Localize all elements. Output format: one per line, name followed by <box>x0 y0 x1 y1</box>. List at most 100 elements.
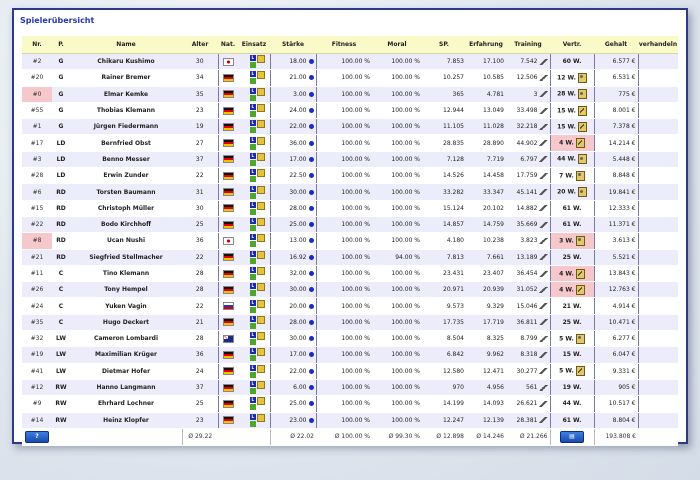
player-name[interactable]: Rainer Bremer <box>70 69 182 87</box>
contract-medal-icon[interactable] <box>575 170 585 181</box>
player-name[interactable]: Benno Messer <box>70 151 182 169</box>
lineup-icons[interactable]: L <box>247 185 265 199</box>
lineup-icons[interactable]: L <box>247 332 265 346</box>
table-row[interactable]: #8 RD Ucan Nushi 36 L 13.00 100.00 % 100.00 % 4.… <box>22 232 678 250</box>
table-row[interactable]: #20 G Rainer Bremer 34 L 21.00 100.00 % 100.00 … <box>22 69 678 87</box>
col-einsatz[interactable]: Einsatz <box>238 36 270 54</box>
lineup-icons[interactable]: L <box>247 152 265 166</box>
table-row[interactable]: #1 G Jürgen Fiedermann 19 L 22.00 100.00 % 100.… <box>22 118 678 136</box>
table-row[interactable]: #24 C Yuken Vagin 22 L 20.00 100.00 % 100.00 % 9… <box>22 297 678 315</box>
training-arrows-icon[interactable] <box>538 384 548 391</box>
player-negotiate[interactable] <box>638 151 678 169</box>
player-name[interactable]: Thobias Klemann <box>70 102 182 120</box>
lineup-icons[interactable]: L <box>247 348 265 362</box>
lineup-icons[interactable]: L <box>247 71 265 85</box>
table-row[interactable]: #21 RD Siegfried Stellmacher 22 L 16.92 100.00… <box>22 249 678 266</box>
col-age[interactable]: Alter <box>182 36 218 54</box>
training-arrows-icon[interactable] <box>538 221 548 228</box>
player-negotiate[interactable] <box>638 167 678 185</box>
table-row[interactable]: #55 G Thobias Klemann 23 L 24.00 100.00 % 100.0… <box>22 102 678 120</box>
player-negotiate[interactable] <box>638 314 678 332</box>
contract-pen-icon[interactable] <box>575 268 585 279</box>
col-nat[interactable]: Nat. <box>218 36 238 54</box>
table-row[interactable]: #15 RD Christoph Müller 30 L 28.00 100.00 % 100… <box>22 200 678 217</box>
lineup-icons[interactable]: L <box>247 315 265 329</box>
col-erfahrung[interactable]: Erfahrung <box>466 36 506 54</box>
col-gehalt[interactable]: Gehalt <box>594 36 638 54</box>
lineup-icons[interactable]: L <box>247 364 265 378</box>
training-arrows-icon[interactable] <box>538 286 548 293</box>
col-training[interactable]: Training <box>506 36 550 54</box>
player-name[interactable]: Jürgen Fiedermann <box>70 118 182 136</box>
player-negotiate[interactable] <box>638 118 678 136</box>
table-row[interactable]: #14 RW Heinz Klopfer 23 L 23.00 100.00 % 100.00… <box>22 412 678 429</box>
table-row[interactable]: #26 C Tony Hempel 28 L 30.00 100.00 % 100.00 % 2… <box>22 281 678 299</box>
table-row[interactable]: #32 LW Cameron Lombardi 28 L 30.00 100.00 % 100… <box>22 330 678 348</box>
player-name[interactable]: Bodo Kirchhoff <box>70 216 182 234</box>
lineup-icons[interactable]: L <box>247 397 265 411</box>
player-name[interactable]: Cameron Lombardi <box>70 330 182 348</box>
training-arrows-icon[interactable] <box>538 140 548 147</box>
player-name[interactable]: Hanno Langmann <box>70 379 182 397</box>
player-negotiate[interactable] <box>638 395 678 413</box>
contract-medal-icon[interactable] <box>577 154 587 165</box>
player-name[interactable]: Hugo Deckert <box>70 314 182 332</box>
player-negotiate[interactable] <box>638 102 678 120</box>
col-staerke[interactable]: Stärke <box>270 36 316 54</box>
player-name[interactable]: Torsten Baumann <box>70 183 182 201</box>
lineup-icons[interactable]: L <box>247 283 265 297</box>
player-negotiate[interactable] <box>638 216 678 234</box>
col-nr[interactable]: Nr. <box>22 36 52 54</box>
col-verhandeln[interactable]: verhandeln <box>638 36 678 54</box>
player-negotiate[interactable] <box>638 86 678 103</box>
col-pos[interactable]: P. <box>52 36 70 54</box>
col-vertr[interactable]: Vertr. <box>550 36 594 54</box>
player-name[interactable]: Tony Hempel <box>70 281 182 299</box>
table-row[interactable]: #3 LD Benno Messer 37 L 17.00 100.00 % 100.00 %… <box>22 151 678 169</box>
training-arrows-icon[interactable] <box>538 254 548 261</box>
player-name[interactable]: Ehrhard Lochner <box>70 395 182 413</box>
lineup-icons[interactable]: L <box>247 234 265 248</box>
player-name[interactable]: Heinz Klopfer <box>70 412 182 429</box>
contract-medal-icon[interactable] <box>575 333 585 344</box>
player-negotiate[interactable] <box>638 281 678 299</box>
player-negotiate[interactable] <box>638 346 678 364</box>
player-name[interactable]: Elmar Kemke <box>70 86 182 103</box>
training-arrows-icon[interactable] <box>538 368 548 375</box>
help-button[interactable]: ? <box>25 430 49 443</box>
training-arrows-icon[interactable] <box>538 400 548 407</box>
lineup-icons[interactable]: L <box>247 250 265 264</box>
training-arrows-icon[interactable] <box>538 91 548 98</box>
table-row[interactable]: #2 G Chikaru Kushimo 30 L 18.00 100.00 % 100.00… <box>22 53 678 71</box>
player-name[interactable]: Siegfried Stellmacher <box>70 249 182 266</box>
training-arrows-icon[interactable] <box>538 270 548 277</box>
col-name[interactable]: Name <box>70 36 182 54</box>
lineup-icons[interactable]: L <box>247 218 265 232</box>
training-arrows-icon[interactable] <box>538 237 548 244</box>
table-row[interactable]: #35 C Hugo Deckert 21 L 28.00 100.00 % 100.00 %… <box>22 314 678 332</box>
player-negotiate[interactable] <box>638 249 678 266</box>
lineup-icons[interactable]: L <box>247 299 265 313</box>
table-row[interactable]: #12 RW Hanno Langmann 37 L 6.00 100.00 % 100.00… <box>22 379 678 397</box>
player-negotiate[interactable] <box>638 412 678 429</box>
player-name[interactable]: Yuken Vagin <box>70 297 182 315</box>
lineup-icons[interactable]: L <box>247 413 265 427</box>
training-arrows-icon[interactable] <box>538 74 548 81</box>
table-row[interactable]: #0 G Elmar Kemke 35 L 3.00 100.00 % 100.00 % 365… <box>22 86 678 103</box>
training-arrows-icon[interactable] <box>538 58 548 65</box>
training-arrows-icon[interactable] <box>538 156 548 163</box>
player-name[interactable]: Bernfried Obst <box>70 134 182 152</box>
contract-medal-icon[interactable] <box>577 89 587 100</box>
table-row[interactable]: #11 C Tino Klemann 28 L 32.00 100.00 % 100.00 %… <box>22 265 678 283</box>
lineup-icons[interactable]: L <box>247 267 265 280</box>
contract-pen-icon[interactable] <box>577 121 587 132</box>
player-name[interactable]: Christoph Müller <box>70 200 182 217</box>
lineup-icons[interactable]: L <box>247 169 265 183</box>
table-row[interactable]: #22 RD Bodo Kirchhoff 25 L 25.00 100.00 % 100.0… <box>22 216 678 234</box>
table-row[interactable]: #9 RW Ehrhard Lochner 25 L 25.00 100.00 % 100.0… <box>22 395 678 413</box>
training-arrows-icon[interactable] <box>538 189 548 196</box>
contract-medal-icon[interactable] <box>575 235 585 246</box>
lineup-icons[interactable]: L <box>247 381 265 395</box>
player-negotiate[interactable] <box>638 183 678 201</box>
contract-pen-icon[interactable] <box>577 105 587 116</box>
